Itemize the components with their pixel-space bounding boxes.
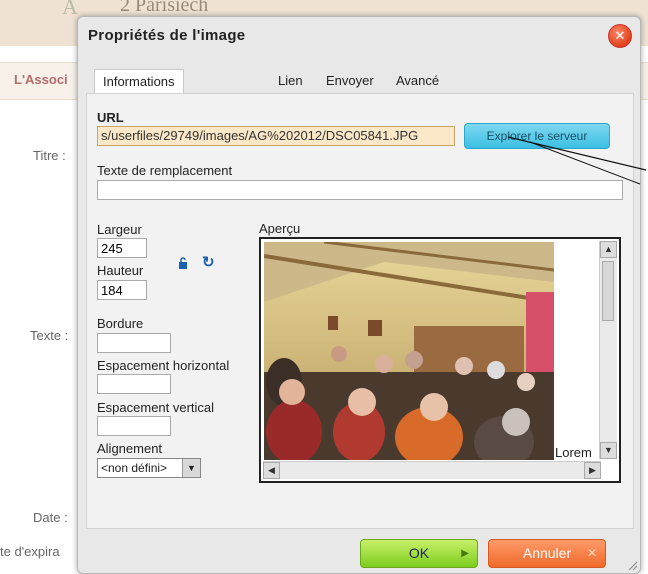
chevron-right-icon: ▶: [461, 548, 469, 559]
lock-ratio-icon[interactable]: [178, 257, 188, 269]
ok-button[interactable]: OK ▶: [360, 539, 478, 568]
preview-label: Aperçu: [259, 221, 301, 236]
scroll-up-icon[interactable]: ▲: [600, 241, 617, 258]
scroll-down-icon[interactable]: ▼: [600, 442, 617, 459]
width-label: Largeur: [97, 222, 142, 237]
cancel-button[interactable]: Annuler ✕: [488, 539, 606, 568]
close-icon: ✕: [614, 28, 626, 43]
brand-text: 2 Parisiech: [120, 0, 209, 16]
preview-area: Lorem ▲ ▼ ◀ ▶: [259, 237, 621, 483]
scroll-left-icon[interactable]: ◀: [263, 462, 280, 479]
vspace-input[interactable]: [97, 416, 171, 436]
form-label-expiration: te d'expira: [0, 544, 60, 559]
align-select-value: <non défini>: [101, 461, 168, 475]
scroll-thumb[interactable]: [602, 261, 614, 321]
url-input[interactable]: s/userfiles/29749/images/AG%202012/DSC05…: [97, 126, 455, 146]
border-input[interactable]: [97, 333, 171, 353]
align-label: Alignement: [97, 441, 163, 456]
dialog-title: Propriétés de l'image: [88, 27, 246, 44]
form-label-titre: Titre :: [33, 148, 66, 163]
ok-label: OK: [408, 545, 430, 561]
tab-link[interactable]: Lien: [270, 69, 311, 92]
form-label-texte: Texte :: [30, 328, 69, 343]
url-label: URL: [97, 110, 124, 125]
close-button[interactable]: ✕: [608, 24, 632, 48]
tab-upload[interactable]: Envoyer: [318, 69, 382, 92]
brand-logo-letter: A: [62, 0, 78, 19]
nav-item-association[interactable]: L'Associ: [14, 72, 68, 87]
preview-vertical-scrollbar[interactable]: ▲ ▼: [599, 241, 617, 459]
hspace-label: Espacement horizontal: [97, 358, 230, 373]
cancel-label: Annuler: [522, 545, 572, 561]
image-properties-dialog: Propriétés de l'image ✕ Informations sur…: [77, 16, 641, 574]
close-small-icon: ✕: [586, 546, 597, 560]
align-select[interactable]: <non défini> ▼: [97, 458, 201, 478]
tab-image-info[interactable]: Informations sur l'image: [94, 69, 184, 112]
alt-text-label: Texte de remplacement: [97, 163, 233, 178]
height-input[interactable]: [97, 280, 147, 300]
resize-grip-icon[interactable]: [626, 559, 638, 571]
height-label: Hauteur: [97, 263, 144, 278]
border-label: Bordure: [97, 316, 144, 331]
browse-server-button[interactable]: Explorer le serveur: [464, 123, 610, 149]
hspace-input[interactable]: [97, 374, 171, 394]
preview-horizontal-scrollbar[interactable]: ◀ ▶: [263, 461, 601, 479]
alt-text-input[interactable]: [97, 180, 623, 200]
preview-text: Lorem: [555, 445, 592, 460]
chevron-down-icon[interactable]: ▼: [182, 459, 200, 477]
preview-photo: [264, 242, 554, 460]
width-input[interactable]: [97, 238, 147, 258]
scroll-right-icon[interactable]: ▶: [584, 462, 601, 479]
vspace-label: Espacement vertical: [97, 400, 215, 415]
reset-size-icon[interactable]: ↻: [202, 255, 215, 270]
form-label-date: Date :: [33, 510, 68, 525]
tab-advanced[interactable]: Avancé: [388, 69, 447, 92]
